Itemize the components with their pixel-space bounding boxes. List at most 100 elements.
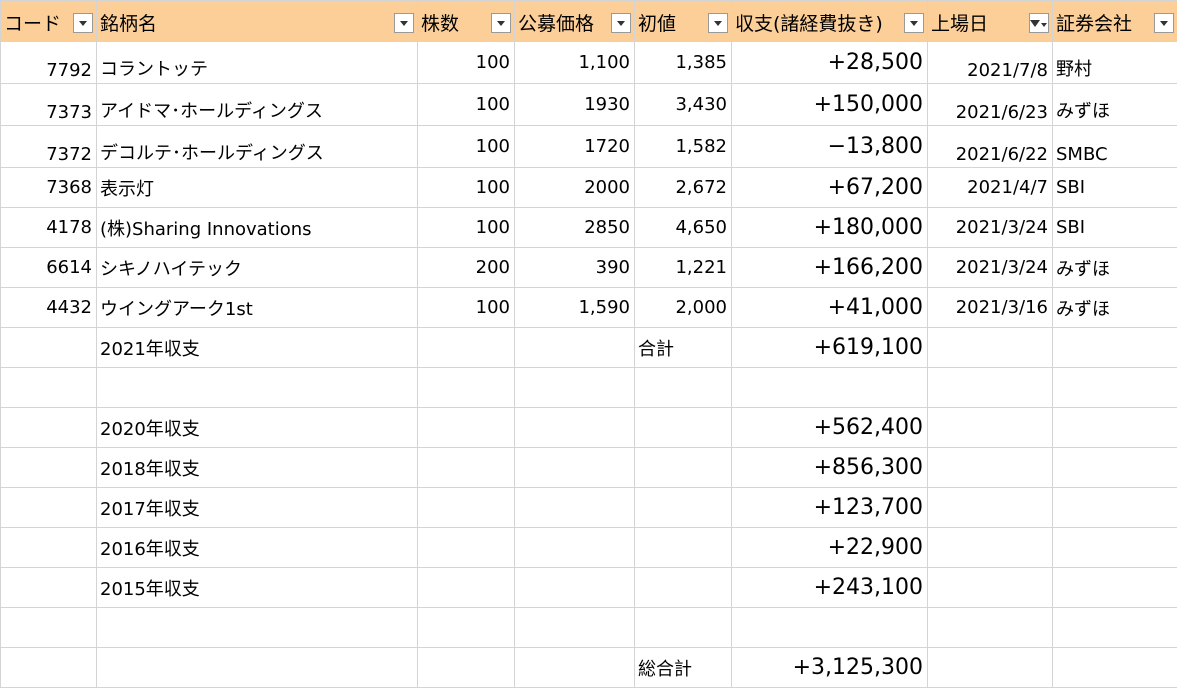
empty-cell[interactable]	[928, 648, 1053, 688]
cell-shares[interactable]: 100	[418, 42, 515, 84]
empty-cell[interactable]	[418, 408, 515, 448]
year-label[interactable]: 2018年収支	[97, 448, 418, 488]
empty-cell[interactable]	[515, 328, 635, 368]
cell-listing-date[interactable]: 2021/3/24	[928, 248, 1053, 288]
year-summary-row[interactable]: 2020年収支 +562,400	[1, 408, 1177, 448]
cell-broker[interactable]: 野村	[1053, 42, 1177, 84]
empty-cell[interactable]	[1, 608, 97, 648]
cell-code[interactable]: 7373	[1, 84, 97, 126]
empty-cell[interactable]	[928, 328, 1053, 368]
filter-name-button[interactable]	[394, 13, 414, 33]
empty-cell[interactable]	[1, 488, 97, 528]
cell-listing-date[interactable]: 2021/3/24	[928, 208, 1053, 248]
empty-cell[interactable]	[928, 448, 1053, 488]
empty-cell[interactable]	[515, 488, 635, 528]
year-value[interactable]: +243,100	[732, 568, 928, 608]
empty-cell[interactable]	[928, 488, 1053, 528]
empty-cell[interactable]	[732, 368, 928, 408]
cell-code[interactable]: 4432	[1, 288, 97, 328]
cell-shares[interactable]: 200	[418, 248, 515, 288]
empty-cell[interactable]	[635, 568, 732, 608]
empty-cell[interactable]	[515, 368, 635, 408]
empty-cell[interactable]	[635, 608, 732, 648]
empty-cell[interactable]	[635, 488, 732, 528]
empty-cell[interactable]	[1, 328, 97, 368]
cell-shares[interactable]: 100	[418, 126, 515, 168]
cell-offer-price[interactable]: 2850	[515, 208, 635, 248]
cell-listing-date[interactable]: 2021/7/8	[928, 42, 1053, 84]
table-row[interactable]: 7373 アイドマ･ホールディングス 100 1930 3,430 +150,0…	[1, 84, 1177, 126]
empty-cell[interactable]	[1053, 368, 1177, 408]
blank-row[interactable]	[1, 368, 1177, 408]
empty-cell[interactable]	[1053, 648, 1177, 688]
year-label[interactable]: 2017年収支	[97, 488, 418, 528]
empty-cell[interactable]	[97, 608, 418, 648]
empty-cell[interactable]	[1, 368, 97, 408]
empty-cell[interactable]	[1053, 568, 1177, 608]
grand-total-value[interactable]: +3,125,300	[732, 648, 928, 688]
empty-cell[interactable]	[1, 568, 97, 608]
empty-cell[interactable]	[97, 648, 418, 688]
cell-shares[interactable]: 100	[418, 208, 515, 248]
year-label[interactable]: 2015年収支	[97, 568, 418, 608]
cell-first-price[interactable]: 1,582	[635, 126, 732, 168]
empty-cell[interactable]	[635, 368, 732, 408]
cell-name[interactable]: ウイングアーク1st	[97, 288, 418, 328]
empty-cell[interactable]	[515, 448, 635, 488]
year-summary-row[interactable]: 2017年収支 +123,700	[1, 488, 1177, 528]
year-value[interactable]: +22,900	[732, 528, 928, 568]
year-label[interactable]: 2016年収支	[97, 528, 418, 568]
cell-code[interactable]: 7792	[1, 42, 97, 84]
empty-cell[interactable]	[418, 448, 515, 488]
filter-first-price-button[interactable]	[708, 13, 728, 33]
cell-profit[interactable]: +150,000	[732, 84, 928, 126]
cell-first-price[interactable]: 1,221	[635, 248, 732, 288]
cell-offer-price[interactable]: 1720	[515, 126, 635, 168]
cell-profit[interactable]: +166,200	[732, 248, 928, 288]
empty-cell[interactable]	[1053, 608, 1177, 648]
cell-shares[interactable]: 100	[418, 288, 515, 328]
empty-cell[interactable]	[418, 568, 515, 608]
cell-offer-price[interactable]: 390	[515, 248, 635, 288]
cell-code[interactable]: 4178	[1, 208, 97, 248]
cell-broker[interactable]: みずほ	[1053, 248, 1177, 288]
cell-first-price[interactable]: 4,650	[635, 208, 732, 248]
cell-first-price[interactable]: 1,385	[635, 42, 732, 84]
year-summary-row[interactable]: 2015年収支 +243,100	[1, 568, 1177, 608]
subtotal-label[interactable]: 合計	[635, 328, 732, 368]
empty-cell[interactable]	[418, 528, 515, 568]
cell-listing-date[interactable]: 2021/6/22	[928, 126, 1053, 168]
cell-offer-price[interactable]: 1,100	[515, 42, 635, 84]
table-row[interactable]: 7372 デコルテ･ホールディングス 100 1720 1,582 −13,80…	[1, 126, 1177, 168]
cell-name[interactable]: コラントッテ	[97, 42, 418, 84]
empty-cell[interactable]	[418, 368, 515, 408]
cell-name[interactable]: アイドマ･ホールディングス	[97, 84, 418, 126]
empty-cell[interactable]	[928, 368, 1053, 408]
empty-cell[interactable]	[1053, 448, 1177, 488]
empty-cell[interactable]	[1, 648, 97, 688]
cell-first-price[interactable]: 3,430	[635, 84, 732, 126]
subtotal-year-label[interactable]: 2021年収支	[97, 328, 418, 368]
cell-first-price[interactable]: 2,000	[635, 288, 732, 328]
empty-cell[interactable]	[515, 568, 635, 608]
grand-total-label[interactable]: 総合計	[635, 648, 732, 688]
filter-shares-button[interactable]	[491, 13, 511, 33]
empty-cell[interactable]	[418, 488, 515, 528]
year-value[interactable]: +123,700	[732, 488, 928, 528]
empty-cell[interactable]	[635, 528, 732, 568]
table-row[interactable]: 4432 ウイングアーク1st 100 1,590 2,000 +41,000 …	[1, 288, 1177, 328]
cell-broker[interactable]: SBI	[1053, 208, 1177, 248]
cell-profit[interactable]: +67,200	[732, 168, 928, 208]
empty-cell[interactable]	[928, 608, 1053, 648]
empty-cell[interactable]	[97, 368, 418, 408]
cell-code[interactable]: 6614	[1, 248, 97, 288]
year-value[interactable]: +562,400	[732, 408, 928, 448]
empty-cell[interactable]	[1, 408, 97, 448]
cell-shares[interactable]: 100	[418, 168, 515, 208]
table-row[interactable]: 6614 シキノハイテック 200 390 1,221 +166,200 202…	[1, 248, 1177, 288]
empty-cell[interactable]	[635, 408, 732, 448]
empty-cell[interactable]	[928, 408, 1053, 448]
empty-cell[interactable]	[1053, 328, 1177, 368]
year-value[interactable]: +856,300	[732, 448, 928, 488]
table-row[interactable]: 7792 コラントッテ 100 1,100 1,385 +28,500 2021…	[1, 42, 1177, 84]
